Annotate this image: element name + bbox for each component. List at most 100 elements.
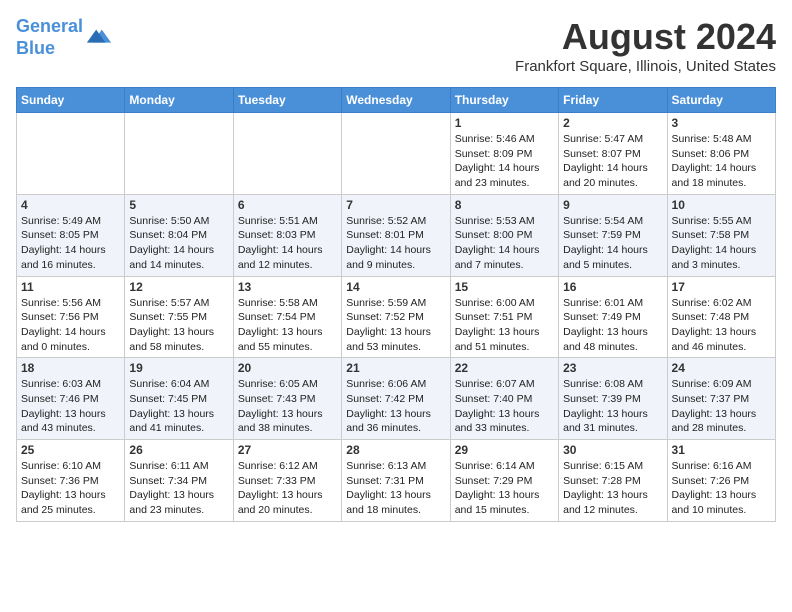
day-info: Sunrise: 6:14 AM Sunset: 7:29 PM Dayligh… <box>455 459 554 518</box>
calendar-cell-w5d4: 28 Sunrise: 6:13 AM Sunset: 7:31 PM Dayli… <box>342 440 450 522</box>
day-info: Sunrise: 5:50 AM Sunset: 8:04 PM Dayligh… <box>129 214 228 273</box>
calendar-cell-w4d5: 22Sunrise: 6:07 AM Sunset: 7:40 PM Dayli… <box>450 358 558 440</box>
calendar-cell-w1d3 <box>233 113 341 195</box>
header-tuesday: Tuesday <box>233 88 341 113</box>
calendar-cell-w1d7: 3Sunrise: 5:48 AM Sunset: 8:06 PM Daylig… <box>667 113 775 195</box>
calendar-cell-w5d3: 27Sunrise: 6:12 AM Sunset: 7:33 PM Dayli… <box>233 440 341 522</box>
day-info: Sunrise: 6:05 AM Sunset: 7:43 PM Dayligh… <box>238 377 337 436</box>
day-info: Sunrise: 6:11 AM Sunset: 7:34 PM Dayligh… <box>129 459 228 518</box>
day-number: 4 <box>21 198 120 212</box>
day-number: 8 <box>455 198 554 212</box>
day-number: 11 <box>21 280 120 294</box>
header-sunday: Sunday <box>17 88 125 113</box>
day-info: Sunrise: 6:07 AM Sunset: 7:40 PM Dayligh… <box>455 377 554 436</box>
day-info: Sunrise: 6:13 AM Sunset: 7:31 PM Dayligh… <box>346 459 445 518</box>
calendar-cell-w1d4 <box>342 113 450 195</box>
day-info: Sunrise: 6:02 AM Sunset: 7:48 PM Dayligh… <box>672 296 771 355</box>
calendar-cell-w3d1: 11Sunrise: 5:56 AM Sunset: 7:56 PM Dayli… <box>17 276 125 358</box>
calendar-cell-w1d5: 1 Sunrise: 5:46 AM Sunset: 8:09 PM Daylig… <box>450 113 558 195</box>
month-title: August 2024 <box>515 16 776 58</box>
day-number: 12 <box>129 280 228 294</box>
day-number: 10 <box>672 198 771 212</box>
day-number: 1 <box>455 116 554 130</box>
calendar-cell-w2d7: 10 Sunrise: 5:55 AM Sunset: 7:58 PM Dayli… <box>667 194 775 276</box>
day-number: 6 <box>238 198 337 212</box>
calendar-cell-w3d5: 15 Sunrise: 6:00 AM Sunset: 7:51 PM Dayli… <box>450 276 558 358</box>
logo-icon <box>85 24 113 52</box>
logo-line1: General <box>16 16 83 36</box>
day-info: Sunrise: 5:46 AM Sunset: 8:09 PM Dayligh… <box>455 132 554 191</box>
day-info: Sunrise: 6:01 AM Sunset: 7:49 PM Dayligh… <box>563 296 662 355</box>
day-info: Sunrise: 6:16 AM Sunset: 7:26 PM Dayligh… <box>672 459 771 518</box>
calendar-cell-w2d5: 8 Sunrise: 5:53 AM Sunset: 8:00 PM Daylig… <box>450 194 558 276</box>
day-number: 7 <box>346 198 445 212</box>
calendar-week-2: 4 Sunrise: 5:49 AM Sunset: 8:05 PM Daylig… <box>17 194 776 276</box>
calendar-cell-w3d7: 17Sunrise: 6:02 AM Sunset: 7:48 PM Dayli… <box>667 276 775 358</box>
calendar-cell-w4d1: 18Sunrise: 6:03 AM Sunset: 7:46 PM Dayli… <box>17 358 125 440</box>
calendar-cell-w5d6: 30 Sunrise: 6:15 AM Sunset: 7:28 PM Dayli… <box>559 440 667 522</box>
logo-text: General Blue <box>16 16 83 59</box>
day-number: 2 <box>563 116 662 130</box>
calendar-cell-w2d1: 4 Sunrise: 5:49 AM Sunset: 8:05 PM Daylig… <box>17 194 125 276</box>
calendar-week-4: 18Sunrise: 6:03 AM Sunset: 7:46 PM Dayli… <box>17 358 776 440</box>
calendar-cell-w5d1: 25 Sunrise: 6:10 AM Sunset: 7:36 PM Dayli… <box>17 440 125 522</box>
calendar-cell-w1d6: 2 Sunrise: 5:47 AM Sunset: 8:07 PM Daylig… <box>559 113 667 195</box>
day-number: 20 <box>238 361 337 375</box>
day-info: Sunrise: 5:49 AM Sunset: 8:05 PM Dayligh… <box>21 214 120 273</box>
day-number: 28 <box>346 443 445 457</box>
location: Frankfort Square, Illinois, United State… <box>515 58 776 75</box>
header-wednesday: Wednesday <box>342 88 450 113</box>
day-number: 5 <box>129 198 228 212</box>
days-of-week-row: Sunday Monday Tuesday Wednesday Thursday… <box>17 88 776 113</box>
day-number: 14 <box>346 280 445 294</box>
header-thursday: Thursday <box>450 88 558 113</box>
calendar-cell-w1d2 <box>125 113 233 195</box>
calendar-cell-w3d6: 16 Sunrise: 6:01 AM Sunset: 7:49 PM Dayli… <box>559 276 667 358</box>
logo-line2: Blue <box>16 38 55 58</box>
day-number: 27 <box>238 443 337 457</box>
calendar-cell-w4d7: 24 Sunrise: 6:09 AM Sunset: 7:37 PM Dayli… <box>667 358 775 440</box>
header-saturday: Saturday <box>667 88 775 113</box>
header-friday: Friday <box>559 88 667 113</box>
day-info: Sunrise: 6:00 AM Sunset: 7:51 PM Dayligh… <box>455 296 554 355</box>
day-info: Sunrise: 5:54 AM Sunset: 7:59 PM Dayligh… <box>563 214 662 273</box>
calendar-cell-w4d6: 23Sunrise: 6:08 AM Sunset: 7:39 PM Dayli… <box>559 358 667 440</box>
calendar-cell-w5d7: 31 Sunrise: 6:16 AM Sunset: 7:26 PM Dayli… <box>667 440 775 522</box>
day-number: 13 <box>238 280 337 294</box>
calendar-cell-w3d2: 12Sunrise: 5:57 AM Sunset: 7:55 PM Dayli… <box>125 276 233 358</box>
calendar-week-5: 25 Sunrise: 6:10 AM Sunset: 7:36 PM Dayli… <box>17 440 776 522</box>
calendar-cell-w3d3: 13 Sunrise: 5:58 AM Sunset: 7:54 PM Dayli… <box>233 276 341 358</box>
logo: General Blue <box>16 16 113 59</box>
day-info: Sunrise: 6:15 AM Sunset: 7:28 PM Dayligh… <box>563 459 662 518</box>
calendar-cell-w5d2: 26 Sunrise: 6:11 AM Sunset: 7:34 PM Dayli… <box>125 440 233 522</box>
day-info: Sunrise: 6:10 AM Sunset: 7:36 PM Dayligh… <box>21 459 120 518</box>
day-info: Sunrise: 5:58 AM Sunset: 7:54 PM Dayligh… <box>238 296 337 355</box>
calendar-week-1: 1 Sunrise: 5:46 AM Sunset: 8:09 PM Daylig… <box>17 113 776 195</box>
day-number: 24 <box>672 361 771 375</box>
day-info: Sunrise: 5:55 AM Sunset: 7:58 PM Dayligh… <box>672 214 771 273</box>
day-info: Sunrise: 5:47 AM Sunset: 8:07 PM Dayligh… <box>563 132 662 191</box>
day-info: Sunrise: 5:53 AM Sunset: 8:00 PM Dayligh… <box>455 214 554 273</box>
calendar-cell-w1d1 <box>17 113 125 195</box>
calendar-cell-w4d2: 19Sunrise: 6:04 AM Sunset: 7:45 PM Dayli… <box>125 358 233 440</box>
calendar-cell-w2d4: 7Sunrise: 5:52 AM Sunset: 8:01 PM Daylig… <box>342 194 450 276</box>
day-info: Sunrise: 6:03 AM Sunset: 7:46 PM Dayligh… <box>21 377 120 436</box>
day-number: 30 <box>563 443 662 457</box>
day-number: 16 <box>563 280 662 294</box>
day-number: 9 <box>563 198 662 212</box>
day-info: Sunrise: 6:06 AM Sunset: 7:42 PM Dayligh… <box>346 377 445 436</box>
day-info: Sunrise: 6:09 AM Sunset: 7:37 PM Dayligh… <box>672 377 771 436</box>
day-info: Sunrise: 6:04 AM Sunset: 7:45 PM Dayligh… <box>129 377 228 436</box>
day-number: 25 <box>21 443 120 457</box>
day-info: Sunrise: 5:59 AM Sunset: 7:52 PM Dayligh… <box>346 296 445 355</box>
day-number: 15 <box>455 280 554 294</box>
day-number: 26 <box>129 443 228 457</box>
calendar-cell-w4d4: 21Sunrise: 6:06 AM Sunset: 7:42 PM Dayli… <box>342 358 450 440</box>
calendar-week-3: 11Sunrise: 5:56 AM Sunset: 7:56 PM Dayli… <box>17 276 776 358</box>
calendar-cell-w5d5: 29 Sunrise: 6:14 AM Sunset: 7:29 PM Dayli… <box>450 440 558 522</box>
calendar-cell-w3d4: 14 Sunrise: 5:59 AM Sunset: 7:52 PM Dayli… <box>342 276 450 358</box>
day-number: 31 <box>672 443 771 457</box>
calendar-cell-w4d3: 20 Sunrise: 6:05 AM Sunset: 7:43 PM Dayli… <box>233 358 341 440</box>
day-number: 29 <box>455 443 554 457</box>
calendar-cell-w2d2: 5 Sunrise: 5:50 AM Sunset: 8:04 PM Daylig… <box>125 194 233 276</box>
